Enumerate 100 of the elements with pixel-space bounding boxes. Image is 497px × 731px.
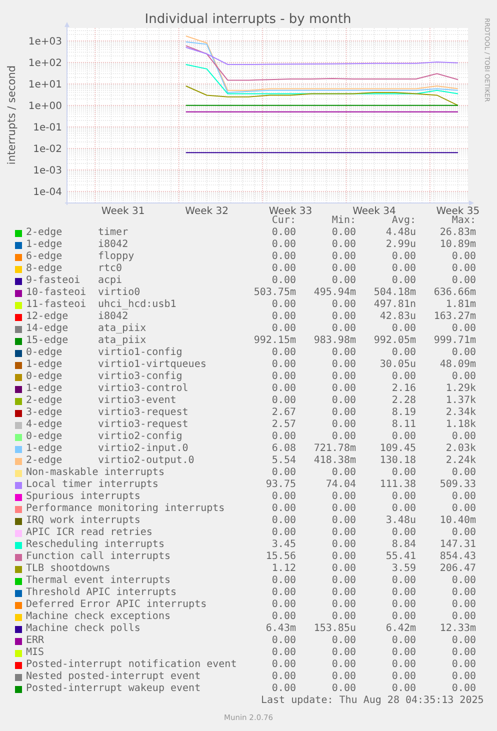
avg-value: 6.42m [384, 623, 416, 635]
device-name: virtio2-input.0 [98, 443, 190, 455]
max-value: 0.00 [450, 575, 476, 587]
column-header: Cur: [270, 215, 296, 227]
device-name: virtio2-config [98, 431, 184, 443]
cur-value: 0.00 [270, 275, 296, 287]
max-value: 12.33m [438, 623, 476, 635]
max-value: 48.09m [438, 359, 476, 371]
min-value: 0.00 [330, 239, 356, 251]
series-name: 1-edge [26, 443, 64, 455]
avg-value: 497.81n [372, 299, 416, 311]
series-name: APIC ICR read retries [26, 527, 154, 539]
x-tick-label: Week 33 [268, 206, 312, 215]
cur-value: 0.00 [270, 659, 296, 671]
series-name: Nested posted-interrupt event [26, 671, 202, 683]
cur-value: 0.00 [270, 503, 296, 515]
max-value: 10.40m [438, 515, 476, 527]
cur-value: 0.00 [270, 359, 296, 371]
max-value: 1.81m [444, 299, 476, 311]
cur-value: 2.57 [270, 419, 296, 431]
max-value: 147.31 [438, 539, 476, 551]
max-value: 0.00 [450, 431, 476, 443]
max-value: 0.00 [450, 635, 476, 647]
min-value: 0.00 [330, 359, 356, 371]
avg-value: 4.48u [384, 227, 416, 239]
min-value: 0.00 [330, 347, 356, 359]
min-value: 0.00 [330, 263, 356, 275]
series-name: 15-edge [26, 335, 70, 347]
max-value: 636.66m [432, 287, 476, 299]
avg-value: 0.00 [390, 491, 416, 503]
max-value: 0.00 [450, 527, 476, 539]
device-name: i8042 [98, 239, 130, 251]
device-name: uhci_hcd:usb1 [98, 299, 178, 311]
series-name: Rescheduling interrupts [26, 539, 166, 551]
max-value: 0.00 [450, 275, 476, 287]
last-update: Last update: Thu Aug 28 04:35:13 2025 [260, 695, 485, 707]
device-name: virtio3-event [98, 395, 178, 407]
series-name: Machine check polls [26, 623, 142, 635]
device-name: virtio3-request [98, 419, 190, 431]
min-value: 0.00 [330, 527, 356, 539]
max-value: 2.34k [444, 407, 476, 419]
cur-value: 0.00 [270, 611, 296, 623]
min-value: 0.00 [330, 503, 356, 515]
cur-value: 0.00 [270, 647, 296, 659]
series-name: 2-edge [26, 395, 64, 407]
avg-value: 0.00 [390, 611, 416, 623]
series-name: 14-edge [26, 323, 70, 335]
y-tick-label: 1e-02 [33, 144, 62, 155]
avg-value: 111.38 [378, 479, 416, 491]
cur-value: 0.00 [270, 587, 296, 599]
cur-value: 0.00 [270, 311, 296, 323]
chart-title: Individual interrupts - by month [144, 12, 352, 27]
cur-value: 1.12 [270, 563, 296, 575]
max-value: 0.00 [450, 659, 476, 671]
avg-value: 0.00 [390, 575, 416, 587]
avg-value: 0.00 [390, 371, 416, 383]
device-name: virtio3-control [98, 383, 190, 395]
max-value: 0.00 [450, 587, 476, 599]
device-name: acpi [98, 275, 124, 287]
series-name: 8-edge [26, 263, 64, 275]
avg-value: 8.11 [390, 419, 416, 431]
series-name: 10-fasteoi [26, 287, 88, 299]
cur-value: 992.15m [252, 335, 296, 347]
max-value: 0.00 [450, 599, 476, 611]
avg-value: 8.19 [390, 407, 416, 419]
device-name: floppy [98, 251, 136, 263]
avg-value: 0.00 [390, 587, 416, 599]
column-header: Max: [450, 215, 476, 227]
max-value: 0.00 [450, 263, 476, 275]
cur-value: 0.00 [270, 527, 296, 539]
min-value: 0.00 [330, 671, 356, 683]
avg-value: 0.00 [390, 251, 416, 263]
max-value: 999.71m [432, 335, 476, 347]
max-value: 0.00 [450, 671, 476, 683]
max-value: 0.00 [450, 467, 476, 479]
avg-value: 130.18 [378, 455, 416, 467]
min-value: 0.00 [330, 251, 356, 263]
device-name: ata_piix [98, 335, 148, 347]
avg-value: 992.05m [372, 335, 416, 347]
series-name: 6-edge [26, 251, 64, 263]
column-header: Min: [330, 215, 356, 227]
cur-value: 93.75 [264, 479, 296, 491]
avg-value: 0.00 [390, 347, 416, 359]
cur-value: 5.54 [270, 455, 296, 467]
device-name: ata_piix [98, 323, 148, 335]
device-name: virtio1-virtqueues [98, 359, 208, 371]
min-value: 0.00 [330, 323, 356, 335]
cur-value: 503.75m [252, 287, 296, 299]
device-name: timer [98, 227, 130, 239]
max-value: 2.03k [444, 443, 476, 455]
device-name: rtc0 [98, 263, 124, 275]
series-name: 2-edge [26, 227, 64, 239]
cur-value: 0.00 [270, 299, 296, 311]
cur-value: 15.56 [264, 551, 296, 563]
cur-value: 0.00 [270, 395, 296, 407]
series-name: Function call interrupts [26, 551, 172, 563]
avg-value: 0.00 [390, 659, 416, 671]
min-value: 0.00 [330, 647, 356, 659]
series-name: MIS [26, 647, 46, 659]
min-value: 0.00 [330, 611, 356, 623]
